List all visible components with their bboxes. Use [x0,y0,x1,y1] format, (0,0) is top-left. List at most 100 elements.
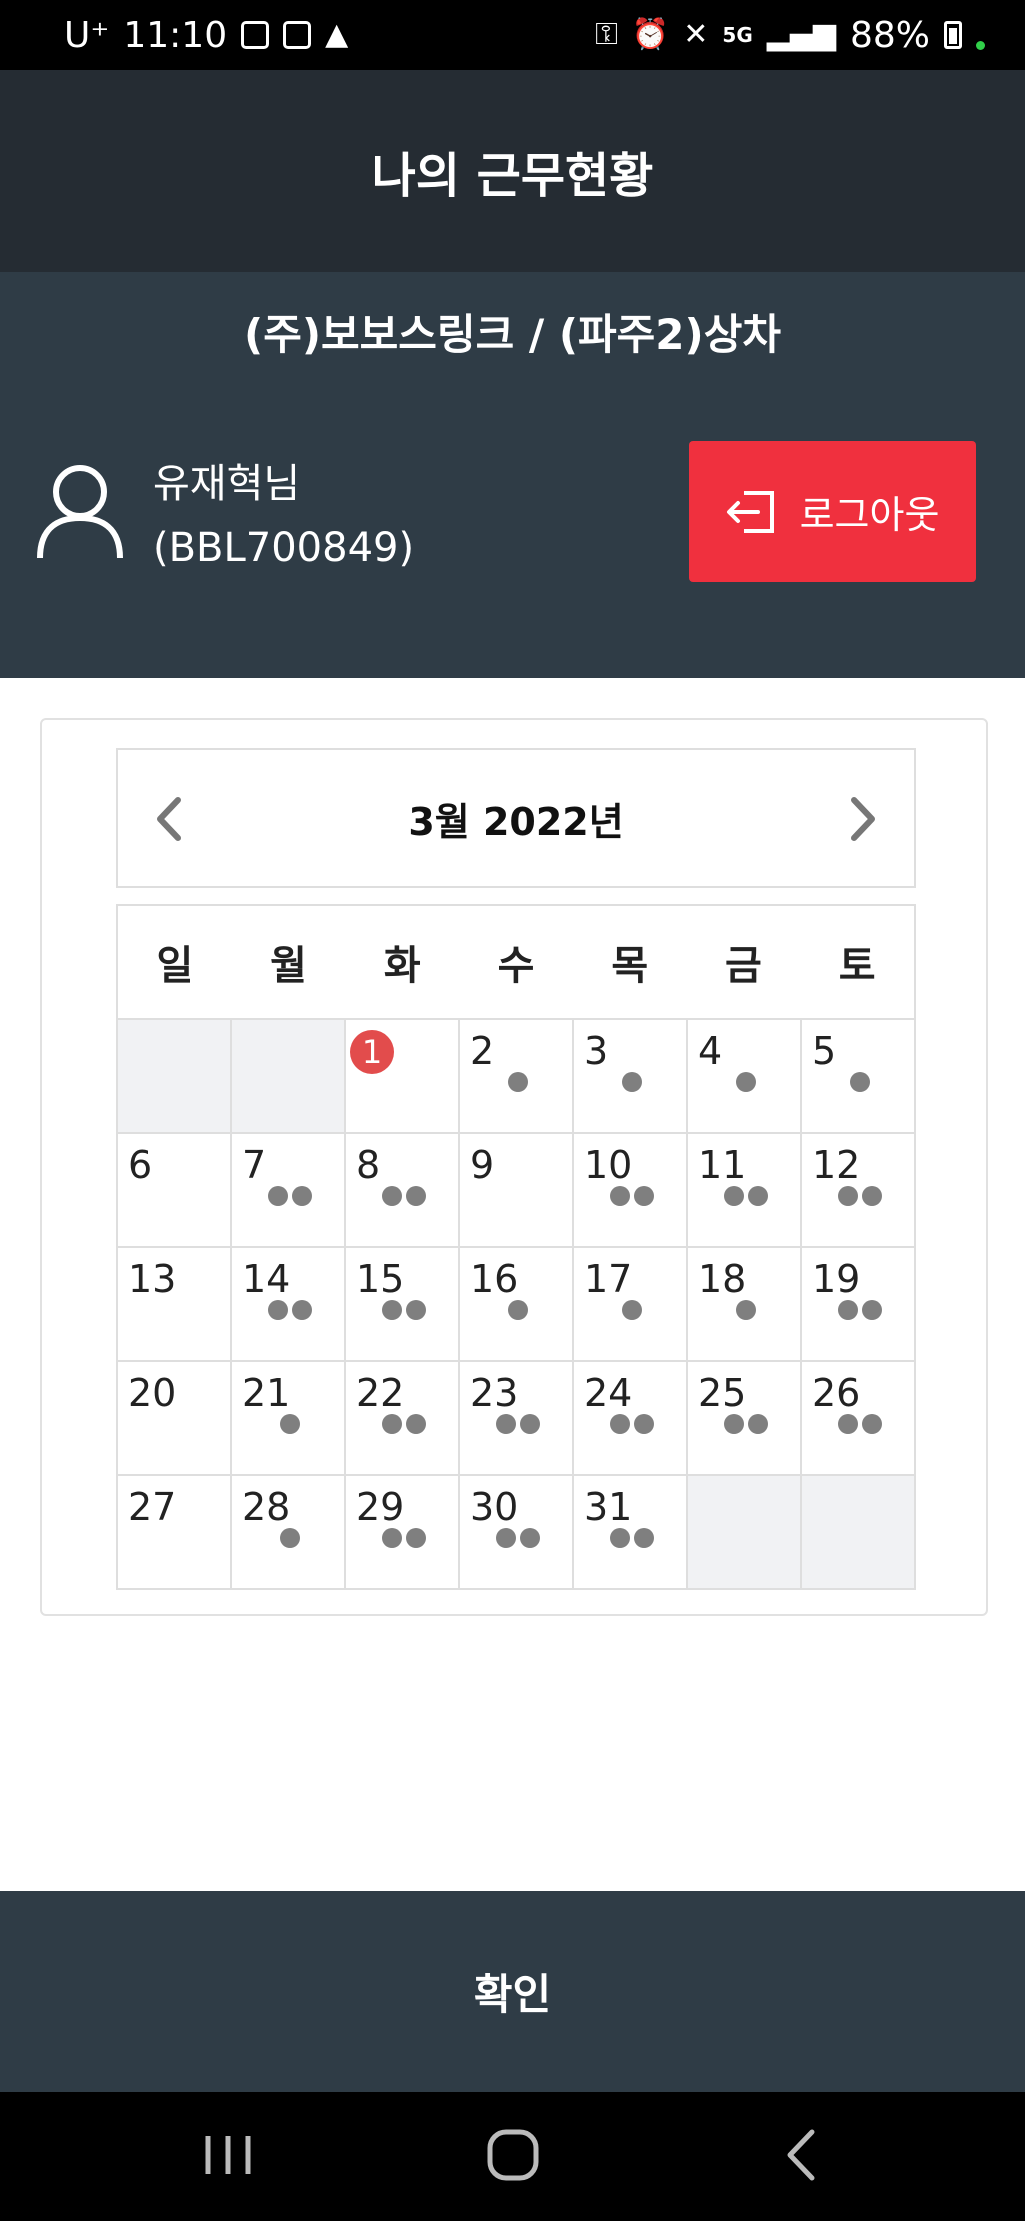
work-record-dots [508,1300,528,1320]
work-record-dot [634,1186,654,1206]
calendar-day-20[interactable]: 20 [118,1362,230,1474]
work-record-dots [610,1528,654,1548]
calendar-day-29[interactable]: 29 [344,1476,458,1588]
work-record-dot [508,1300,528,1320]
prev-month-button[interactable] [146,794,196,844]
next-month-button[interactable] [836,794,886,844]
work-record-dot [268,1186,288,1206]
day-number: 22 [356,1371,405,1415]
battery-percent: 88% [849,14,930,56]
work-record-dot [748,1414,768,1434]
calendar-weeks: 1 2 3 4 5 6 7 8 9 10 11 12 13 14 15 16 17 18 19 20 21 22 23 24 2… [118,1018,914,1588]
user-info-panel: (주)보보스링크 / (파주2)상차 유재혁님 (BBL700849) 로그아웃 [0,272,1025,678]
work-record-dot [382,1300,402,1320]
confirm-button[interactable]: 확인 [0,1891,1025,2092]
day-number: 15 [356,1257,405,1301]
calendar-day-26[interactable]: 26 [800,1362,914,1474]
system-nav-bar [0,2092,1025,2221]
work-record-dot [622,1072,642,1092]
calendar-week-row: 13 14 15 16 17 18 19 [118,1246,914,1360]
work-record-dot [382,1528,402,1548]
calendar-day-19[interactable]: 19 [800,1248,914,1360]
work-record-dots [838,1300,882,1320]
calendar-day-25[interactable]: 25 [686,1362,800,1474]
work-record-dots [622,1300,642,1320]
calendar-day-4[interactable]: 4 [686,1020,800,1132]
calendar-day-17[interactable]: 17 [572,1248,686,1360]
calendar-day-3[interactable]: 3 [572,1020,686,1132]
home-icon[interactable] [473,2120,553,2190]
day-number: 30 [470,1485,519,1529]
work-record-dots [850,1072,870,1092]
day-number: 24 [584,1371,633,1415]
work-record-dot [634,1528,654,1548]
calendar-day-31[interactable]: 31 [572,1476,686,1588]
work-record-dot [736,1072,756,1092]
calendar-day-5[interactable]: 5 [800,1020,914,1132]
day-number: 9 [470,1143,495,1187]
month-header: 3월 2022년 [116,748,916,888]
day-number: 31 [584,1485,633,1529]
weekday-label: 수 [497,943,535,989]
work-record-dot [862,1186,882,1206]
confirm-label: 확인 [473,1970,552,2019]
calendar-empty-cell [118,1020,230,1132]
calendar-day-15[interactable]: 15 [344,1248,458,1360]
privacy-indicator-icon [976,40,985,50]
calendar-day-28[interactable]: 28 [230,1476,344,1588]
calendar-day-18[interactable]: 18 [686,1248,800,1360]
day-number: 12 [812,1143,861,1187]
work-record-dot [724,1414,744,1434]
day-number: 26 [812,1371,861,1415]
calendar-day-21[interactable]: 21 [230,1362,344,1474]
calendar-day-1[interactable]: 1 [344,1020,458,1132]
day-number: 21 [242,1371,291,1415]
user-id: (BBL700849) [153,525,415,571]
calendar-week-row: 27 28 29 30 31 [118,1474,914,1588]
calendar-day-10[interactable]: 10 [572,1134,686,1246]
calendar-empty-cell [800,1476,914,1588]
weekday-label: 일 [156,943,194,989]
network-type: 5G [722,23,753,47]
calendar-day-7[interactable]: 7 [230,1134,344,1246]
work-record-dot [382,1414,402,1434]
calendar-day-22[interactable]: 22 [344,1362,458,1474]
work-record-dots [508,1072,528,1092]
work-record-dots [280,1528,300,1548]
calendar-day-14[interactable]: 14 [230,1248,344,1360]
day-number: 6 [128,1143,153,1187]
recent-apps-icon[interactable] [188,2120,268,2190]
day-number: 7 [242,1143,267,1187]
work-record-dots [496,1414,540,1434]
work-record-dot [520,1528,540,1548]
calendar-day-6[interactable]: 6 [118,1134,230,1246]
calendar-day-8[interactable]: 8 [344,1134,458,1246]
today-badge: 1 [350,1030,394,1074]
calendar-day-24[interactable]: 24 [572,1362,686,1474]
calendar-day-13[interactable]: 13 [118,1248,230,1360]
calendar-day-27[interactable]: 27 [118,1476,230,1588]
work-record-dots [382,1414,426,1434]
calendar-day-23[interactable]: 23 [458,1362,572,1474]
work-record-dots [724,1414,768,1434]
work-record-dot [406,1528,426,1548]
page-title: 나의 근무현황 [371,148,654,204]
calendar-day-9[interactable]: 9 [458,1134,572,1246]
work-record-dot [736,1300,756,1320]
calendar-day-12[interactable]: 12 [800,1134,914,1246]
calendar-day-2[interactable]: 2 [458,1020,572,1132]
logout-button[interactable]: 로그아웃 [689,441,976,582]
weekday-header-row: 일월화수목금토 [118,906,914,1018]
calendar-day-30[interactable]: 30 [458,1476,572,1588]
work-record-dot [406,1300,426,1320]
day-number: 27 [128,1485,177,1529]
calendar-day-16[interactable]: 16 [458,1248,572,1360]
day-number: 29 [356,1485,405,1529]
day-number: 19 [812,1257,861,1301]
calendar-day-11[interactable]: 11 [686,1134,800,1246]
work-record-dot [496,1414,516,1434]
user-name: 유재혁님 [153,461,301,507]
back-icon[interactable] [762,2120,842,2190]
day-number: 8 [356,1143,381,1187]
day-number: 16 [470,1257,519,1301]
